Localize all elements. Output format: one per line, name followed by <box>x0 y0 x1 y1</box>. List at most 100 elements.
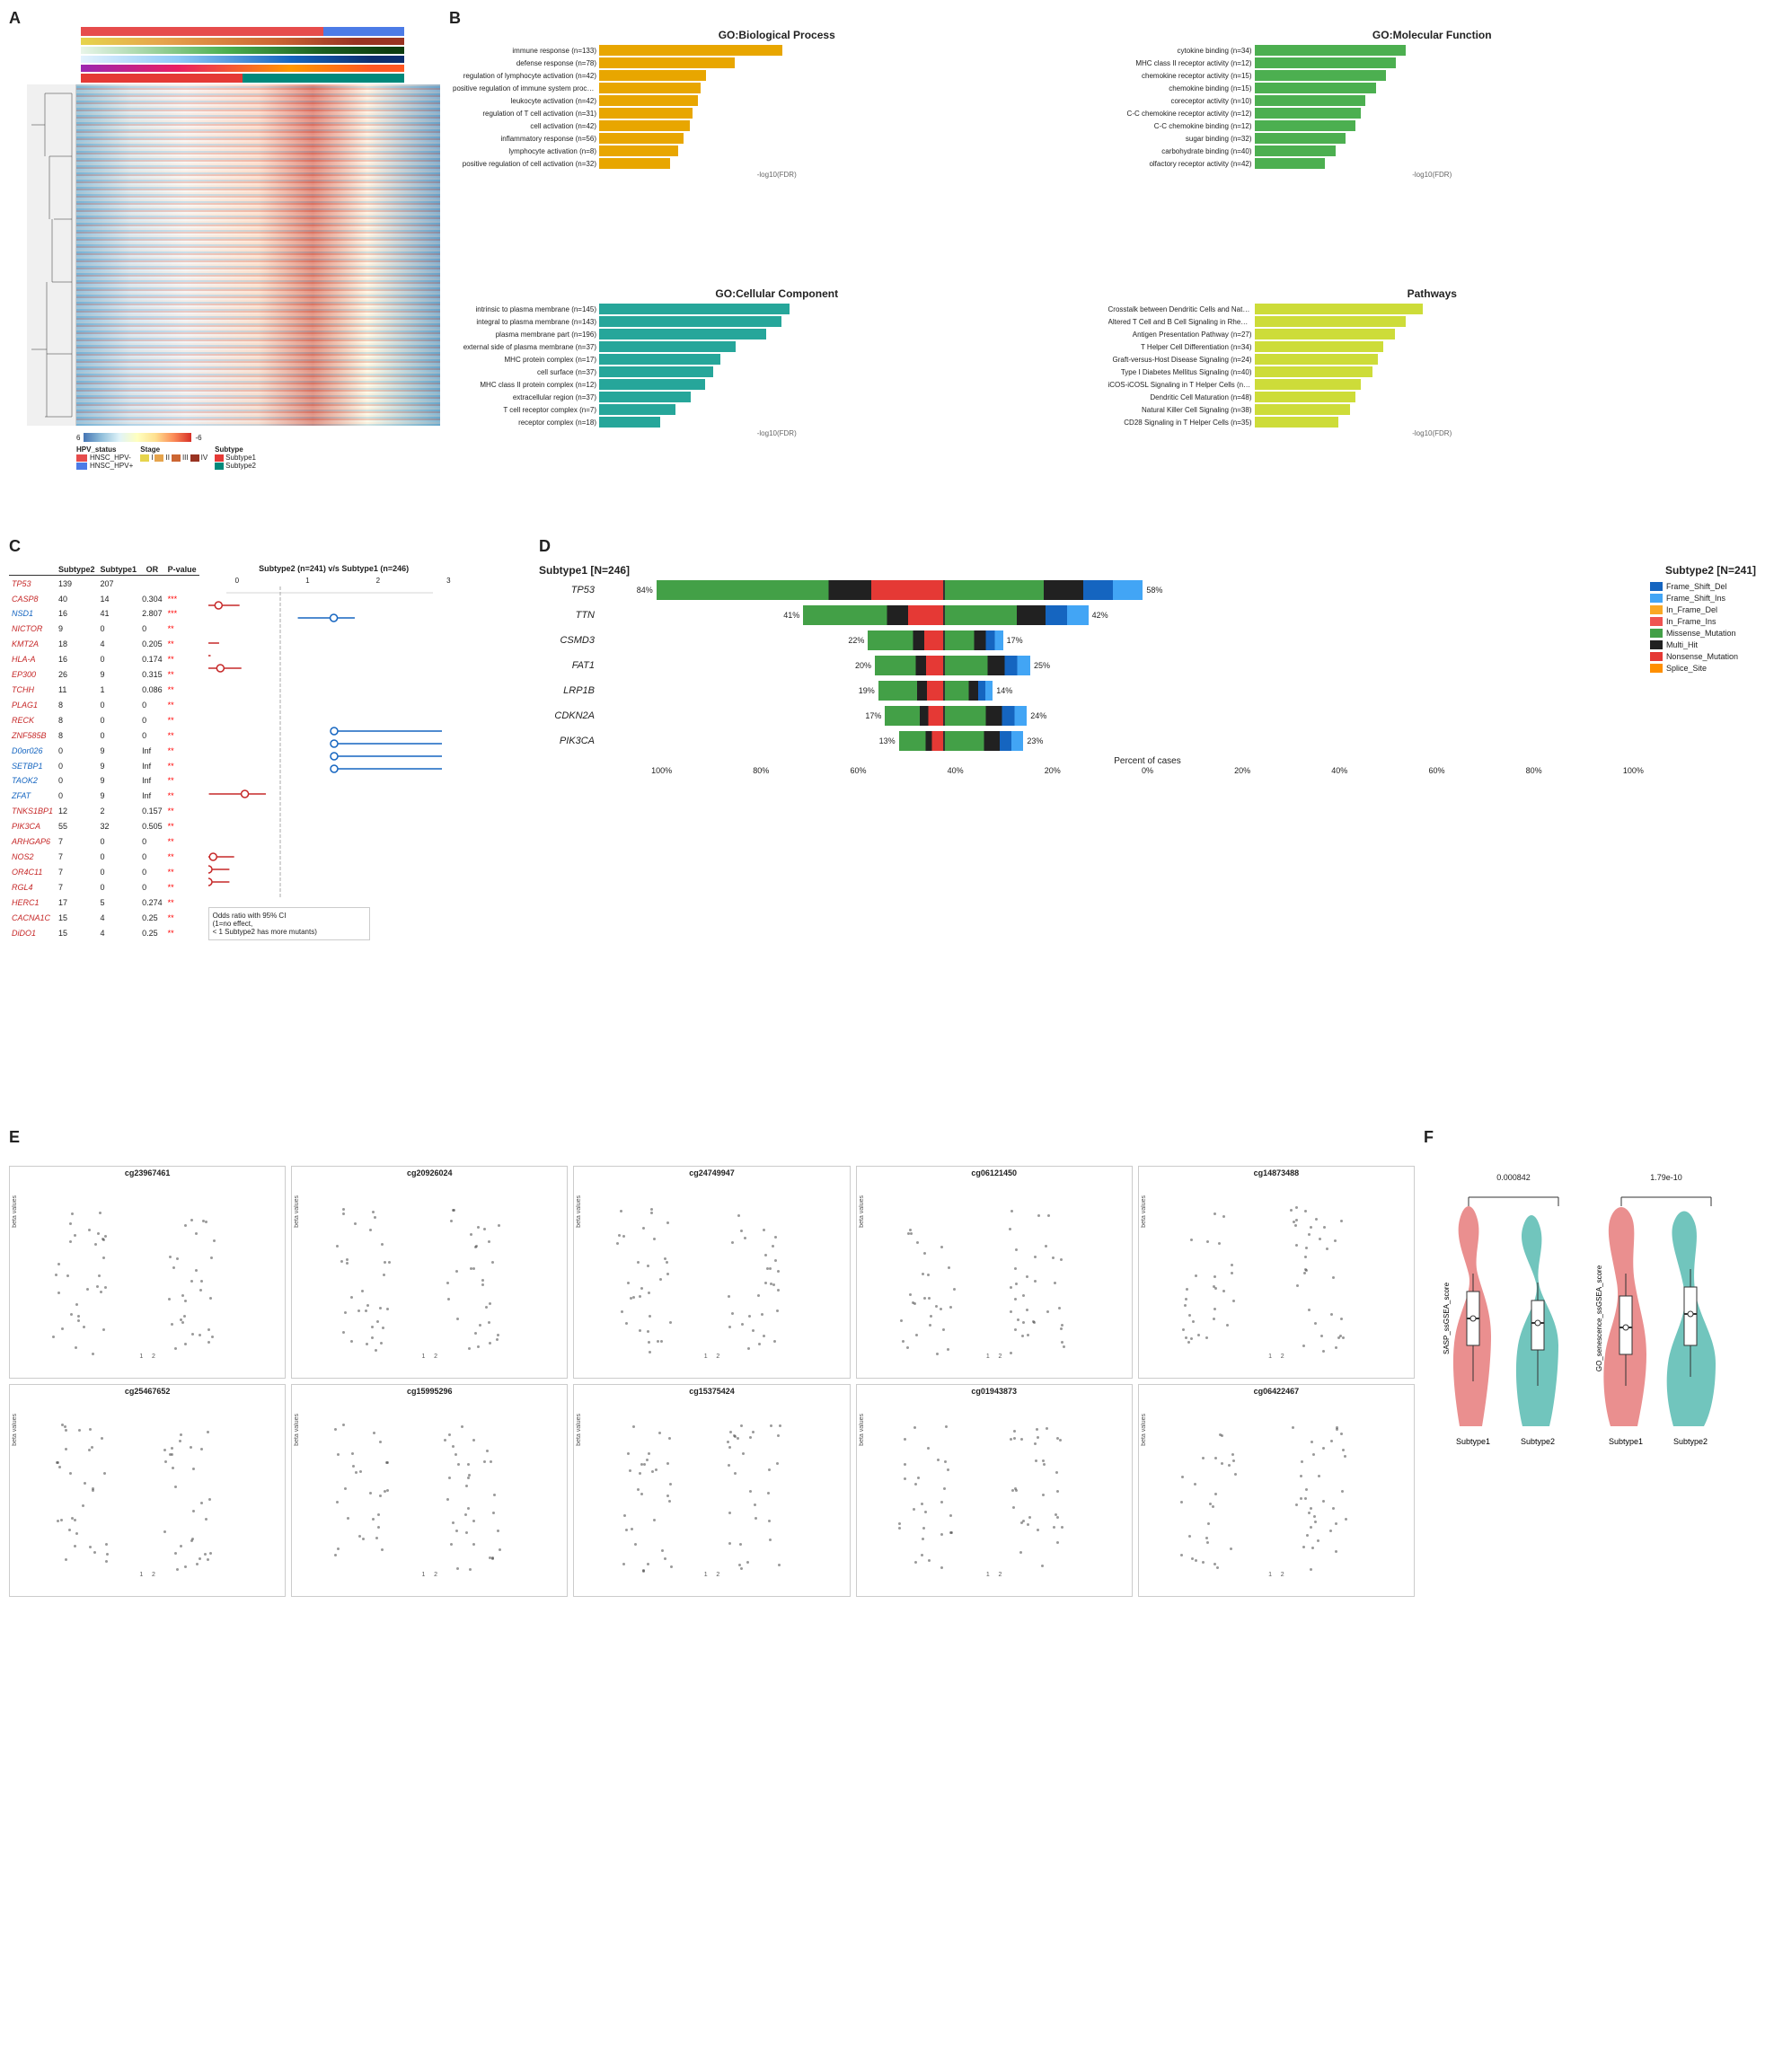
tick-20r: 20% <box>1234 766 1250 775</box>
sasp-dot1 <box>1470 1316 1476 1321</box>
s1-count: 9 <box>98 758 140 773</box>
mut-swatch <box>1650 594 1663 603</box>
scatter-dot <box>949 1306 952 1309</box>
scatter-dot <box>649 1315 651 1318</box>
scatter-dot <box>739 1543 742 1546</box>
scatter-dot <box>940 1308 942 1310</box>
scatter-cg23967461: cg23967461 beta values 1 2 <box>9 1166 286 1379</box>
scatter-dot <box>1340 1318 1343 1320</box>
senes-violin-svg: GO_senescence_ssGSEA_score Subtype1 Subt… <box>1594 1184 1738 1453</box>
scatter-dot <box>940 1246 943 1248</box>
scatter-dot <box>647 1563 649 1565</box>
bar-row: extracellular region (n=37) <box>453 392 1101 402</box>
mut-legend-item: In_Frame_Del <box>1650 605 1738 614</box>
scatter-dot <box>772 1245 774 1248</box>
scatter-dot <box>337 1547 340 1550</box>
table-row: ARHGAP6 7 0 0 ** <box>9 834 199 850</box>
or-value: 2.807 <box>139 606 165 622</box>
bar-fill <box>599 392 691 402</box>
scatter-yaxis: beta values <box>859 1414 865 1446</box>
or-value: 0 <box>139 834 165 850</box>
pval: *** <box>165 606 199 622</box>
scatter-dot <box>209 1552 212 1555</box>
scatter-dot <box>340 1260 343 1263</box>
or-value: Inf <box>139 758 165 773</box>
scatter-dot <box>171 1447 173 1450</box>
onco-gene-label: TTN <box>539 610 602 621</box>
onco-s1-bar <box>875 656 943 675</box>
or-value: 0 <box>139 727 165 743</box>
scatter-dot <box>470 1233 472 1236</box>
go-bp-bars: immune response (n=133)defense response … <box>453 45 1101 169</box>
scatter-dot <box>917 1477 920 1479</box>
gene-name: TAOK2 <box>9 773 56 789</box>
gene-name: TCHH <box>9 683 56 698</box>
scatter-dot <box>479 1324 481 1327</box>
scatter-dot <box>490 1460 492 1463</box>
bar-label: cell surface (n=37) <box>453 368 596 376</box>
scatter-cg06121450: cg06121450 beta values 1 2 <box>856 1166 1133 1379</box>
or-value: 0.205 <box>139 637 165 652</box>
bar-row: coreceptor activity (n=10) <box>1108 95 1757 106</box>
onco-right-bar-container: 14% <box>945 681 1286 701</box>
scatter-dot <box>211 1336 214 1338</box>
scatter-dot <box>764 1282 767 1284</box>
table-row: NOS2 7 0 0 ** <box>9 850 199 865</box>
scatter-dot <box>1340 1220 1343 1222</box>
scatter-dot <box>1332 1276 1335 1279</box>
scatter-dot <box>468 1347 471 1350</box>
bar-fill <box>1255 57 1397 68</box>
col-pval: P-value <box>165 564 199 576</box>
scatter-cg01943873: cg01943873 beta values 1 2 <box>856 1384 1133 1597</box>
bar-row: olfactory receptor activity (n=42) <box>1108 158 1757 169</box>
bar-label: regulation of lymphocyte activation (n=4… <box>453 72 596 80</box>
hpv-neg-label: HNSC_HPV- <box>90 454 131 462</box>
bar-row: regulation of lymphocyte activation (n=4… <box>453 70 1101 81</box>
scatter-dot <box>1202 1457 1205 1459</box>
scatter-dot <box>371 1326 374 1328</box>
scatter-dot <box>1181 1476 1184 1478</box>
bar-label: Antigen Presentation Pathway (n=27) <box>1108 331 1252 339</box>
scatter-dot <box>910 1232 913 1235</box>
scatter-dot <box>631 1528 633 1530</box>
scatter-dot <box>382 1327 384 1329</box>
scatter-dot <box>457 1463 460 1466</box>
onco-right-bar-container: 25% <box>945 656 1286 675</box>
scatter-dot <box>354 1222 357 1225</box>
annotation-legends: HPV_status HNSC_HPV- HNSC_HPV+ <box>76 445 440 470</box>
s1-count: 0 <box>98 697 140 712</box>
bar-row: cytokine binding (n=34) <box>1108 45 1757 56</box>
scatter-dot <box>498 1224 500 1227</box>
scatter-dot <box>355 1471 357 1474</box>
scatter-dot <box>99 1212 101 1214</box>
scatter-dot <box>446 1498 449 1501</box>
scatter-dot <box>1345 1518 1347 1521</box>
scatter-dot <box>55 1274 57 1276</box>
col-or: OR <box>139 564 165 576</box>
gene-name: DiDO1 <box>9 925 56 940</box>
pval: ** <box>165 637 199 652</box>
bar-row: defense response (n=78) <box>453 57 1101 68</box>
pval: ** <box>165 879 199 895</box>
scatter-dot <box>456 1318 459 1320</box>
scatter-cg25467652: cg25467652 beta values 1 2 <box>9 1384 286 1597</box>
pval: ** <box>165 834 199 850</box>
table-row: HLA-A 16 0 0.174 ** <box>9 652 199 667</box>
bar-label: inflammatory response (n=56) <box>453 135 596 143</box>
scatter-dot <box>1322 1500 1325 1503</box>
bar-row: Altered T Cell and B Cell Signaling in R… <box>1108 316 1757 327</box>
table-row: CASP8 40 14 0.304 *** <box>9 591 199 606</box>
fp-legend-line2: (1=no effect, <box>213 920 366 928</box>
bar-row: Crosstalk between Dendritic Cells and Na… <box>1108 304 1757 314</box>
table-row: RGL4 7 0 0 ** <box>9 879 199 895</box>
senes-dot2 <box>1688 1311 1693 1317</box>
scatter-dot <box>65 1429 67 1432</box>
fp-dot <box>331 765 338 772</box>
scatter-dot <box>377 1513 380 1516</box>
onco-s1-pct: 41% <box>783 611 799 620</box>
bar-row: cell activation (n=42) <box>453 120 1101 131</box>
scatter-dot <box>1342 1449 1345 1451</box>
bar-fill <box>599 304 790 314</box>
stage-III: III <box>172 454 189 462</box>
table-row: OR4C11 7 0 0 ** <box>9 864 199 879</box>
